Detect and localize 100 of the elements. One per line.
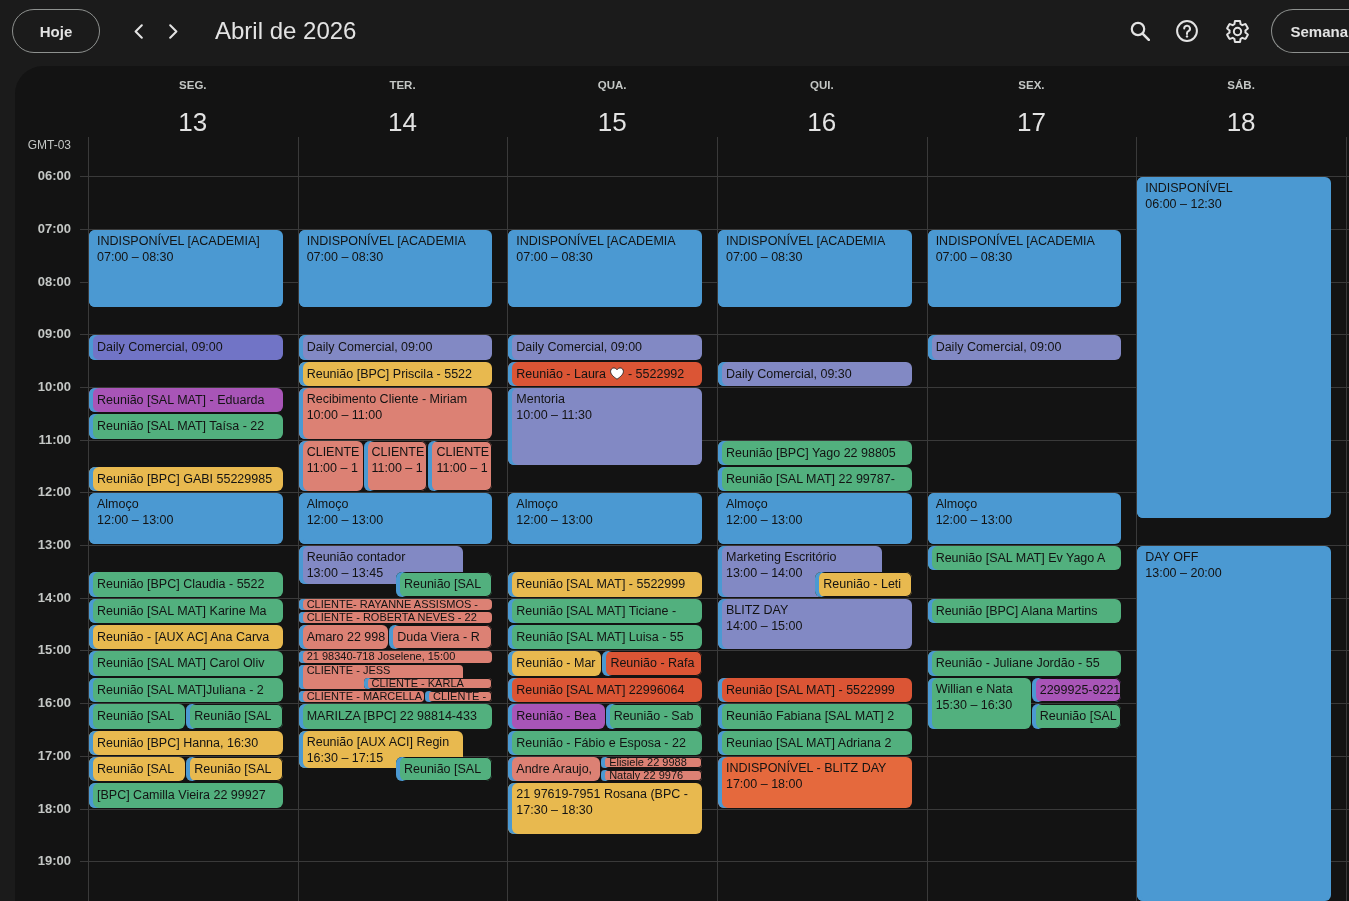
calendar-event[interactable]: Reunião [SAL MAT] Karine Ma <box>89 598 283 624</box>
chevron-left-icon[interactable] <box>134 23 143 39</box>
calendar-event[interactable]: 2299925-9221 <box>1031 677 1122 703</box>
search-icon[interactable] <box>1130 21 1151 41</box>
calendar-event[interactable]: Recibimento Cliente - Miriam 10:00 – 11:00 <box>298 387 493 439</box>
calendar-event[interactable]: Reunião [SAL MAT] 22 99787- <box>717 467 912 492</box>
calendar-event[interactable]: CLIENTE 11:00 – 1 <box>428 440 493 492</box>
calendar-event[interactable]: Reunião [SAL MAT] Carol Oliv <box>89 651 283 676</box>
calendar-event[interactable]: INDISPONÍVEL [ACADEMIA 07:00 – 08:30 <box>927 229 1122 307</box>
calendar-event[interactable]: Reunião [SAL MAT]Juliana - 2 <box>89 677 283 703</box>
calendar-event[interactable]: Duda Viera - R <box>389 625 493 650</box>
calendar-event[interactable]: Reunião [SAL <box>1031 704 1122 729</box>
calendar-event[interactable]: Amaro 22 998 <box>298 625 389 650</box>
calendar-event[interactable]: Reunião - Juliane Jordão - 55 <box>927 651 1122 676</box>
calendar-event[interactable]: Almoço 12:00 – 13:00 <box>927 493 1122 545</box>
calendar-event[interactable]: 21 97619-7951 Rosana (BPC - 17:30 – 18:30 <box>508 783 702 834</box>
calendar-event[interactable]: Reunião [BPC] Alana Martins <box>927 598 1122 624</box>
calendar-event[interactable]: Almoço 12:00 – 13:00 <box>298 493 493 545</box>
date-number[interactable]: 13 <box>178 107 208 137</box>
calendar-event[interactable]: CLIENTE - KARLA <box>363 677 493 689</box>
calendar-event[interactable]: CLIENTE 11:00 – 1 <box>363 440 428 492</box>
date-number[interactable]: 17 <box>1017 107 1046 137</box>
calendar-event[interactable]: Reunião [SAL MAT] 22996064 <box>508 677 702 703</box>
calendar-event[interactable]: Daily Comercial, 09:00 <box>508 335 702 360</box>
calendar-event[interactable]: Reunião - Rafa <box>602 651 702 676</box>
calendar-event[interactable]: BLITZ DAY 14:00 – 15:00 <box>717 598 912 650</box>
calendar-event[interactable]: Reunião [SAL MAT] Taísa - 22 <box>89 414 283 439</box>
event-title: BLITZ DAY <box>725 601 789 618</box>
calendar-event[interactable]: Daily Comercial, 09:00 <box>298 335 493 360</box>
calendar-event[interactable]: Daily Comercial, 09:00 <box>89 335 283 360</box>
calendar-event[interactable]: Daily Comercial, 09:30 <box>717 361 912 386</box>
calendar-event[interactable]: Daily Comercial, 09:00 <box>927 335 1122 360</box>
calendar-event[interactable]: Nataly 22 9976 <box>601 770 702 782</box>
event-time: 12:00 – 13:00 <box>516 512 593 529</box>
event-title: Andre Araujo, <box>516 760 593 777</box>
settings-icon[interactable] <box>1226 19 1250 43</box>
calendar-event[interactable]: INDISPONÍVEL 06:00 – 12:30 <box>1137 177 1331 518</box>
calendar-event[interactable]: CLIENTE 11:00 – 1 <box>298 440 363 492</box>
calendar-event[interactable]: INDISPONÍVEL - BLITZ DAY 17:00 – 18:00 <box>717 756 912 808</box>
weekday-label: SEG. <box>179 78 207 92</box>
event-title: Reunião - [AUX AC] Ana Carva <box>97 629 270 646</box>
calendar-event[interactable]: Almoço 12:00 – 13:00 <box>717 493 912 545</box>
time-label: 19:00 <box>37 853 71 870</box>
calendar-event[interactable]: Andre Araujo, <box>508 756 601 782</box>
chevron-right-icon[interactable] <box>169 23 178 39</box>
calendar-event[interactable]: Reunião [SAL <box>396 572 493 597</box>
event-time: 11:00 – 1 <box>306 459 358 476</box>
calendar-event[interactable]: Reunião - Bea <box>508 704 605 729</box>
event-title: INDISPONÍVEL <box>1145 180 1233 197</box>
calendar-event[interactable]: Reunião [SAL MAT] - 5522999 <box>508 572 702 597</box>
calendar-event[interactable]: INDISPONÍVEL [ACADEMIA 07:00 – 08:30 <box>508 229 702 307</box>
calendar-event[interactable]: Almoço 12:00 – 13:00 <box>508 493 702 545</box>
calendar-event[interactable]: INDISPONÍVEL [ACADEMIA 07:00 – 08:30 <box>717 229 912 307</box>
event-title: Almoço <box>935 496 978 513</box>
calendar-event[interactable]: Reunião - Sab <box>605 704 702 729</box>
date-number[interactable]: 15 <box>597 107 627 137</box>
calendar-event[interactable]: Reunião [SAL MAT] Ticiane - <box>508 598 702 624</box>
calendar-event[interactable]: CLIENTE - ROBERTA NEVES - 22 <box>298 611 493 624</box>
calendar-event[interactable]: INDISPONÍVEL [ACADEMIA] 07:00 – 08:30 <box>89 229 283 307</box>
calendar-event[interactable]: Reunião [SAL MAT] Ev Yago A <box>927 546 1122 571</box>
event-title: Reunião [SAL MAT] - 5522999 <box>725 681 895 698</box>
calendar-event[interactable]: Reunião [BPC] Priscila - 5522 <box>298 361 493 386</box>
help-icon[interactable] <box>1176 20 1199 42</box>
date-number[interactable]: 18 <box>1226 107 1256 137</box>
calendar-event[interactable]: Reunião Fabiana [SAL MAT] 2 <box>717 704 912 729</box>
calendar-event[interactable]: Reunião [BPC] GABI 55229985 <box>89 467 283 492</box>
date-number[interactable]: 14 <box>388 107 417 137</box>
date-number[interactable]: 16 <box>807 107 837 137</box>
calendar-event[interactable]: Almoço 12:00 – 13:00 <box>89 493 283 545</box>
event-title: Reunião [SAL MAT] Taísa - 22 <box>97 418 265 435</box>
calendar-event[interactable]: Reunião [SAL <box>186 704 283 729</box>
weekday-label: SEX. <box>1018 78 1045 92</box>
event-title: Reunião - Sab <box>613 708 694 725</box>
calendar-event[interactable]: Reunião [SAL <box>89 756 186 782</box>
calendar-event[interactable]: CLIENTE - <box>425 691 493 703</box>
calendar-event[interactable]: DAY OFF 13:00 – 20:00 <box>1137 546 1331 901</box>
calendar-event[interactable]: Reunião - Laura - 5522992 <box>508 361 702 386</box>
calendar-event[interactable]: MARILZA [BPC] 22 98814-433 <box>298 704 493 729</box>
calendar-event[interactable]: Reunião [BPC] Yago 22 98805 <box>717 440 912 465</box>
calendar-event[interactable]: INDISPONÍVEL [ACADEMIA 07:00 – 08:30 <box>298 229 493 307</box>
event-time: 11:00 – 1 <box>436 459 488 476</box>
calendar-event[interactable]: Reunião - Leti <box>815 572 912 597</box>
event-time: 07:00 – 08:30 <box>97 248 174 265</box>
calendar-event[interactable]: Reunião [SAL <box>186 756 283 782</box>
calendar-event[interactable]: Reunião [BPC] Claudia - 5522 <box>89 572 283 597</box>
event-time: 07:00 – 08:30 <box>725 248 803 265</box>
calendar-event[interactable]: Reunião [SAL <box>89 704 186 729</box>
calendar-event[interactable]: Reunião [SAL MAT] - Eduarda <box>89 387 283 413</box>
calendar-event[interactable]: [BPC] Camilla Vieira 22 99927 <box>89 783 283 808</box>
calendar-event[interactable]: Mentoria 10:00 – 11:30 <box>508 387 702 465</box>
calendar-event[interactable]: Reunião - [AUX AC] Ana Carva <box>89 625 283 650</box>
calendar-event[interactable]: Reunião [SAL <box>396 756 493 782</box>
calendar-event[interactable]: Reunião - Mar <box>508 651 602 676</box>
calendar-event[interactable]: 21 98340-718 Joselene, 15:00 <box>298 651 493 663</box>
calendar-event[interactable]: Reunião [SAL MAT] Luisa - 55 <box>508 625 702 650</box>
calendar-event[interactable]: Reunião [BPC] Hanna, 16:30 <box>89 730 283 755</box>
calendar-event[interactable]: Reunião - Fábio e Esposa - 22 <box>508 730 702 755</box>
calendar-event[interactable]: Reunião [SAL MAT] - 5522999 <box>717 677 912 703</box>
calendar-event[interactable]: Willian e Nata 15:30 – 16:30 <box>927 677 1031 729</box>
calendar-event[interactable]: Reuniao [SAL MAT] Adriana 2 <box>717 730 912 755</box>
